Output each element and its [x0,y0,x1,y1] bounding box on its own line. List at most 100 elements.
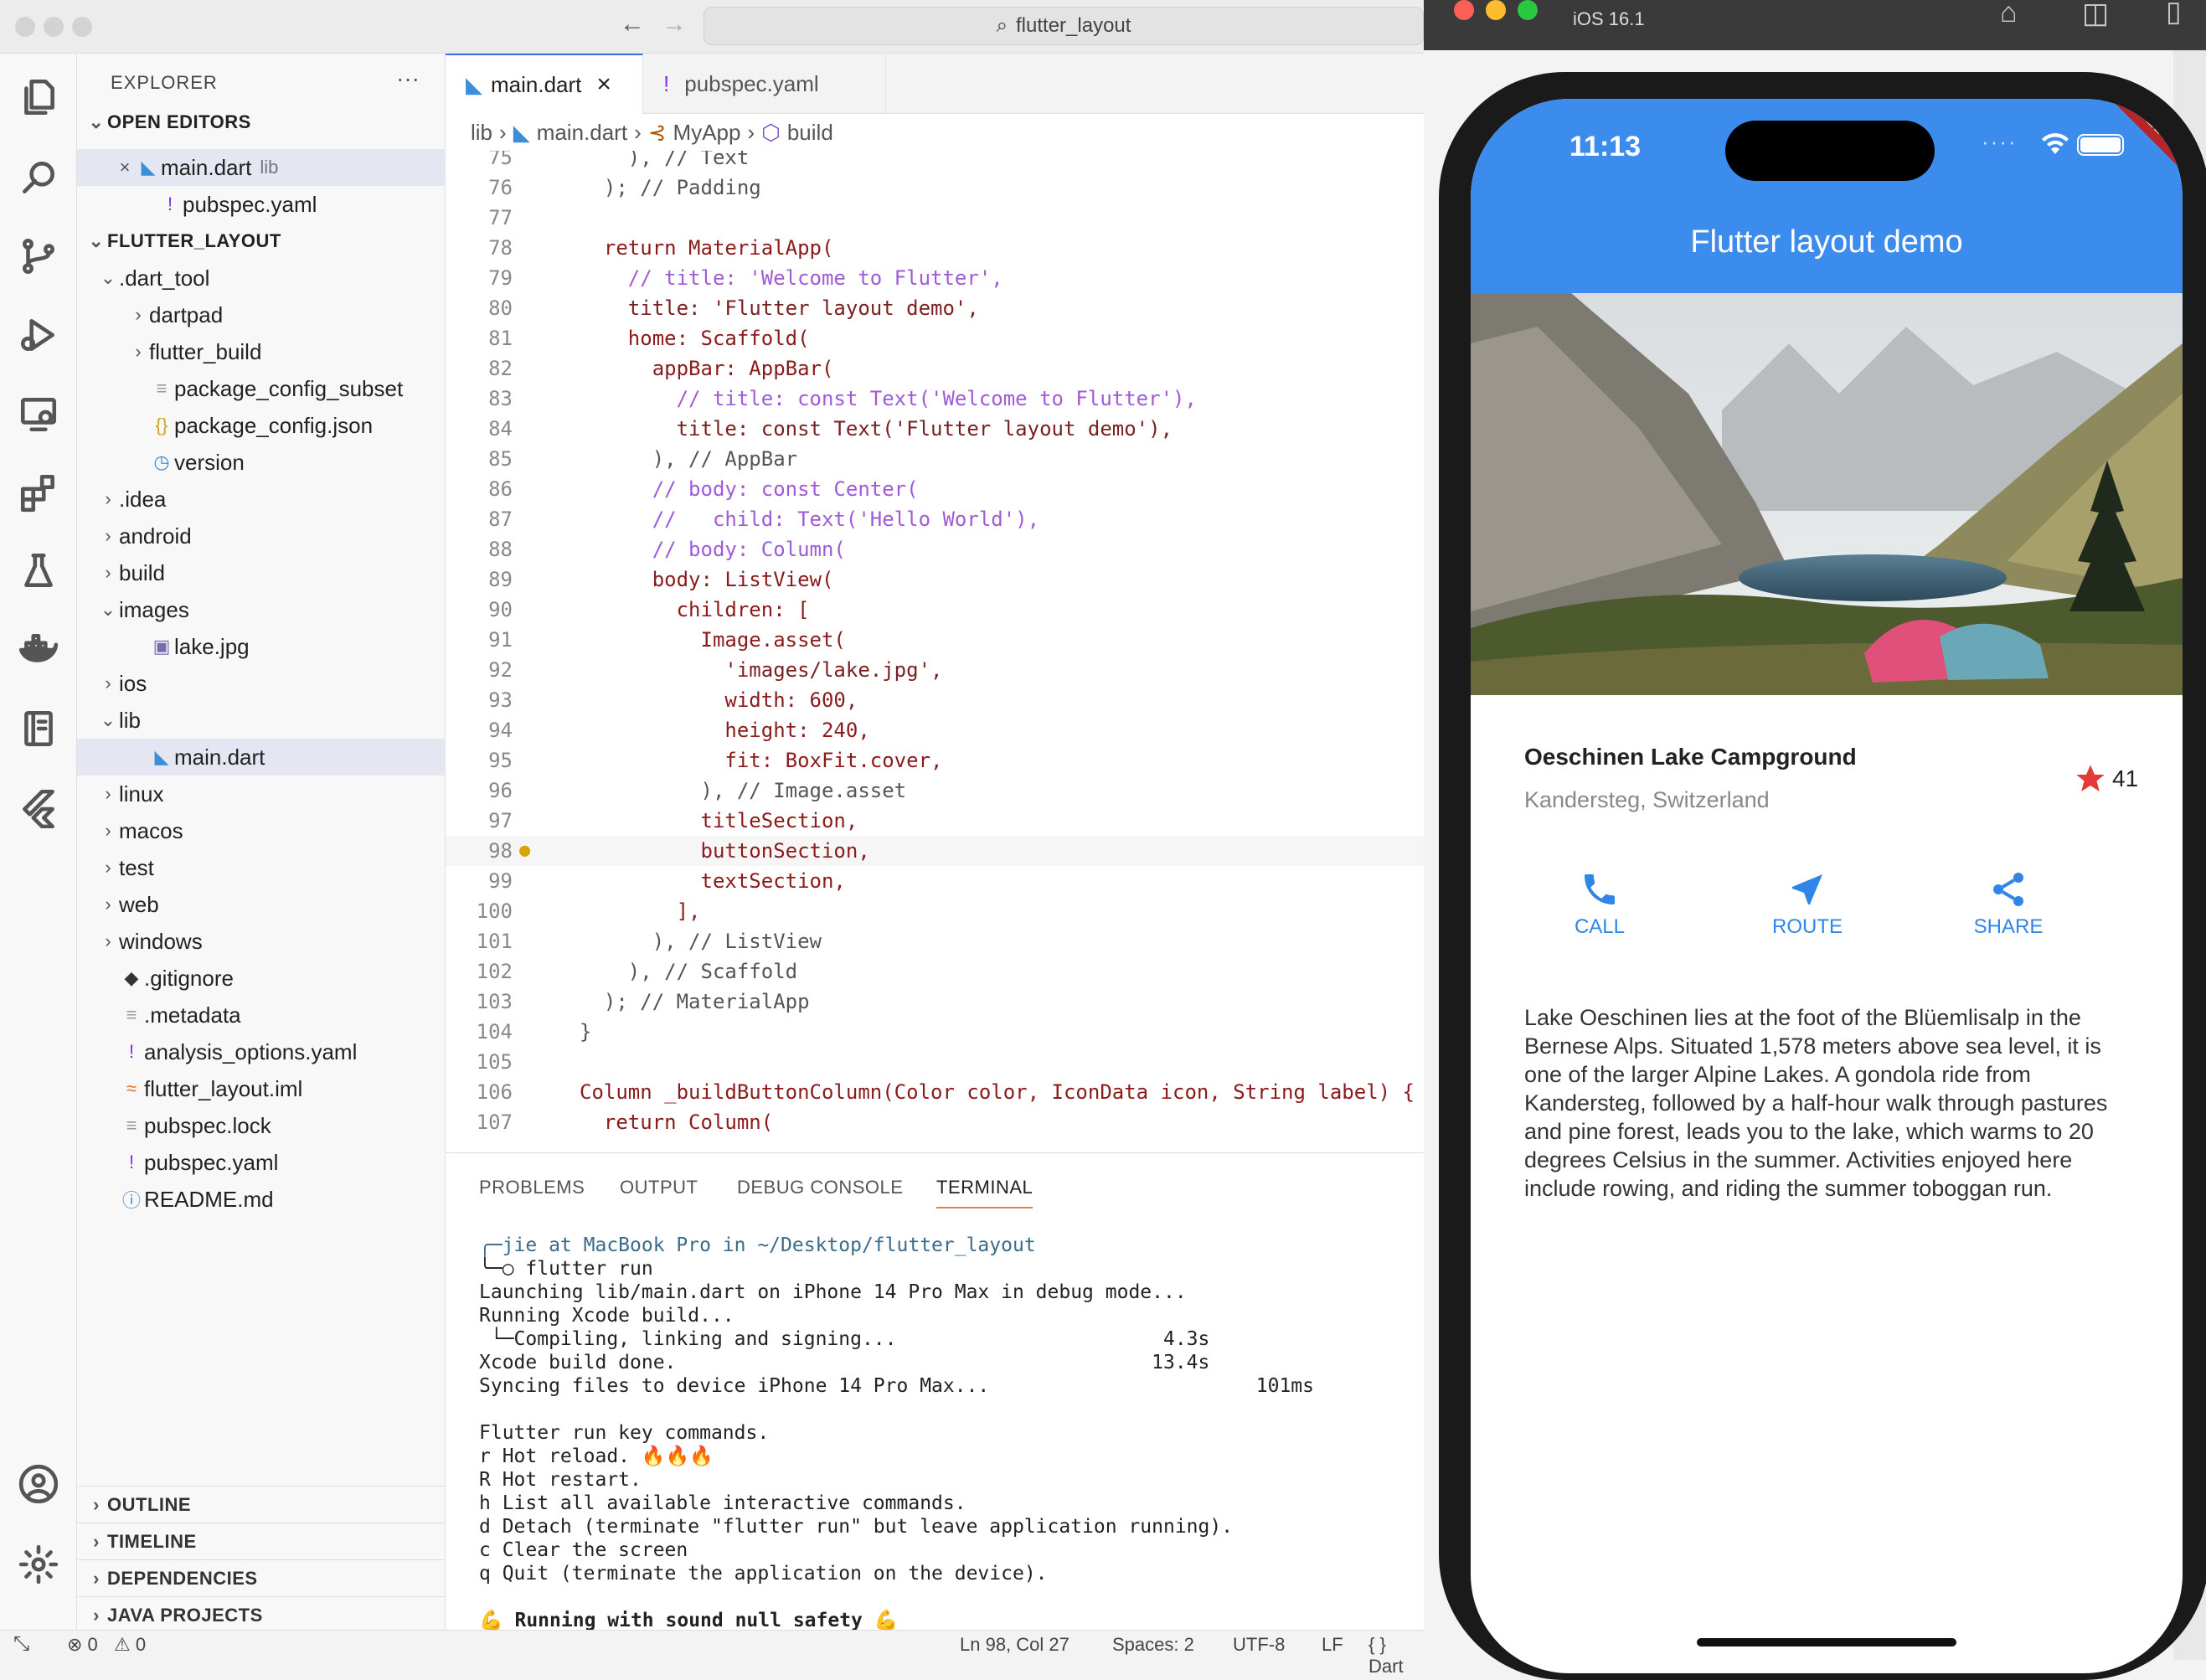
tree-item[interactable]: ! pubspec.yaml [77,1144,446,1181]
tab-pubspec[interactable]: ! pubspec.yaml [643,54,886,114]
code-line[interactable]: 105 [446,1047,1424,1077]
breadcrumb-item[interactable]: main.dart [537,120,627,146]
code-line[interactable]: 78 return MaterialApp( [446,233,1424,263]
tree-item[interactable]: ≡ package_config_subset [77,370,446,407]
code-line[interactable]: 99 textSection, [446,866,1424,896]
code-line[interactable]: 98 buttonSection, ● [446,836,1424,866]
code-line[interactable]: 100 ], [446,896,1424,926]
code-line[interactable]: 93 width: 600, [446,685,1424,715]
errors-count[interactable]: ⊗ 0 [67,1634,98,1656]
docker-icon[interactable] [15,626,62,673]
tree-item[interactable]: › windows [77,923,446,960]
tab-problems[interactable]: PROBLEMS [479,1177,585,1198]
code-line[interactable]: 81 home: Scaffold( [446,323,1424,353]
code-line[interactable]: 92 'images/lake.jpg', [446,655,1424,685]
java-projects-section[interactable]: › JAVA PROJECTS [77,1596,446,1633]
search-icon[interactable] [15,154,62,201]
encoding[interactable]: UTF-8 [1233,1634,1285,1656]
open-editor-main-dart[interactable]: × ◣ main.dart lib [77,149,446,186]
run-debug-icon[interactable] [15,312,62,358]
back-arrow-icon[interactable]: ← [620,10,645,39]
account-icon[interactable] [15,1461,62,1507]
flutter-icon[interactable] [15,784,62,831]
code-line[interactable]: 85 ), // AppBar [446,444,1424,474]
tree-item[interactable]: {} package_config.json [77,407,446,444]
close-tab-icon[interactable]: × [596,70,611,99]
tree-item[interactable]: ⌄ images [77,591,446,628]
code-line[interactable]: 83 // title: const Text('Welcome to Flut… [446,384,1424,414]
gear-icon[interactable] [15,1541,62,1588]
code-line[interactable]: 89 body: ListView( [446,564,1424,595]
code-line[interactable]: 95 fit: BoxFit.cover, [446,745,1424,776]
outline-section[interactable]: › OUTLINE [77,1486,446,1523]
tree-item[interactable]: › flutter_build [77,333,446,370]
tab-terminal[interactable]: TERMINAL [936,1177,1033,1208]
code-line[interactable]: 84 title: const Text('Flutter layout dem… [446,414,1424,444]
code-line[interactable]: 96 ), // Image.asset [446,776,1424,806]
open-editor-pubspec[interactable]: ! pubspec.yaml [77,186,446,223]
lightbulb-icon[interactable]: ● [519,836,530,866]
code-line[interactable]: 80 title: 'Flutter layout demo', [446,293,1424,323]
code-line[interactable]: 101 ), // ListView [446,926,1424,956]
minimize-window-button[interactable] [1486,0,1506,20]
close-icon[interactable]: × [114,157,136,178]
call-button[interactable]: CALL [1524,869,1675,939]
breadcrumb-item[interactable]: build [787,120,833,146]
tree-item[interactable]: › linux [77,776,446,812]
command-center-search[interactable]: ⌕ flutter_layout [704,7,1424,45]
tree-item[interactable]: ≈ flutter_layout.iml [77,1070,446,1107]
star-icon[interactable] [2074,762,2107,796]
warnings-count[interactable]: ⚠ 0 [114,1634,146,1656]
code-line[interactable]: 104} [446,1017,1424,1047]
code-line[interactable]: 106 Column _buildButtonColumn(Color color… [446,1077,1424,1107]
tab-output[interactable]: OUTPUT [620,1177,698,1198]
open-editors-header[interactable]: ⌄ OPEN EDITORS [77,104,446,141]
code-line[interactable]: 82 appBar: AppBar( [446,353,1424,384]
timeline-section[interactable]: › TIMELINE [77,1523,446,1559]
cursor-position[interactable]: Ln 98, Col 27 [960,1634,1069,1656]
code-line[interactable]: 94 height: 240, [446,715,1424,745]
extensions-icon[interactable] [15,469,62,516]
notebook-icon[interactable] [15,705,62,752]
source-control-icon[interactable] [15,233,62,280]
tree-item[interactable]: › .idea [77,481,446,518]
home-icon[interactable]: ⌂ [2000,0,2018,29]
explorer-icon[interactable] [15,74,62,121]
code-line[interactable]: 88 // body: Column( [446,534,1424,564]
tree-item[interactable]: › test [77,849,446,886]
code-line[interactable]: 107 return Column( [446,1107,1424,1137]
forward-arrow-icon[interactable]: → [662,10,687,39]
tree-item[interactable]: ≡ pubspec.lock [77,1107,446,1144]
close-window-button[interactable] [15,17,35,37]
tree-item[interactable]: ! analysis_options.yaml [77,1033,446,1070]
home-indicator[interactable] [1697,1638,1956,1647]
tree-item[interactable]: ◣ main.dart [77,739,446,776]
code-editor[interactable]: 75 ), // Text 76 ); // Padding 77 78 return… [446,151,1424,1152]
rotate-icon[interactable]: ▯ [2166,0,2182,28]
tree-item[interactable]: › android [77,518,446,554]
dependencies-section[interactable]: › DEPENDENCIES [77,1559,446,1596]
code-line[interactable]: 87 // child: Text('Hello World'), [446,504,1424,534]
indentation[interactable]: Spaces: 2 [1112,1634,1194,1656]
line-ending[interactable]: LF [1322,1634,1343,1656]
language-mode[interactable]: { } Dart [1368,1634,1424,1677]
breadcrumb-item[interactable]: lib [471,120,492,146]
code-line[interactable]: 90 children: [ [446,595,1424,625]
tree-item[interactable]: ◷ version [77,444,446,481]
code-line[interactable]: 79 // title: 'Welcome to Flutter', [446,263,1424,293]
tree-item[interactable]: ⌄ lib [77,702,446,739]
remote-icon[interactable]: ⤡ [13,1632,29,1656]
minimize-window-button[interactable] [44,17,64,37]
code-line[interactable]: 91 Image.asset( [446,625,1424,655]
close-window-button[interactable] [1454,0,1474,20]
tree-item[interactable]: ◆ .gitignore [77,960,446,997]
project-header[interactable]: ⌄ FLUTTER_LAYOUT [77,223,446,260]
code-line[interactable]: 97 titleSection, [446,806,1424,836]
code-line[interactable]: 75 ), // Text [446,151,1424,173]
tree-item[interactable]: › build [77,554,446,591]
tab-debug-console[interactable]: DEBUG CONSOLE [737,1177,903,1198]
code-line[interactable]: 77 [446,203,1424,233]
tree-item[interactable]: › dartpad [77,296,446,333]
share-button[interactable]: SHARE [1933,869,2084,939]
breadcrumb-item[interactable]: MyApp [673,120,741,146]
